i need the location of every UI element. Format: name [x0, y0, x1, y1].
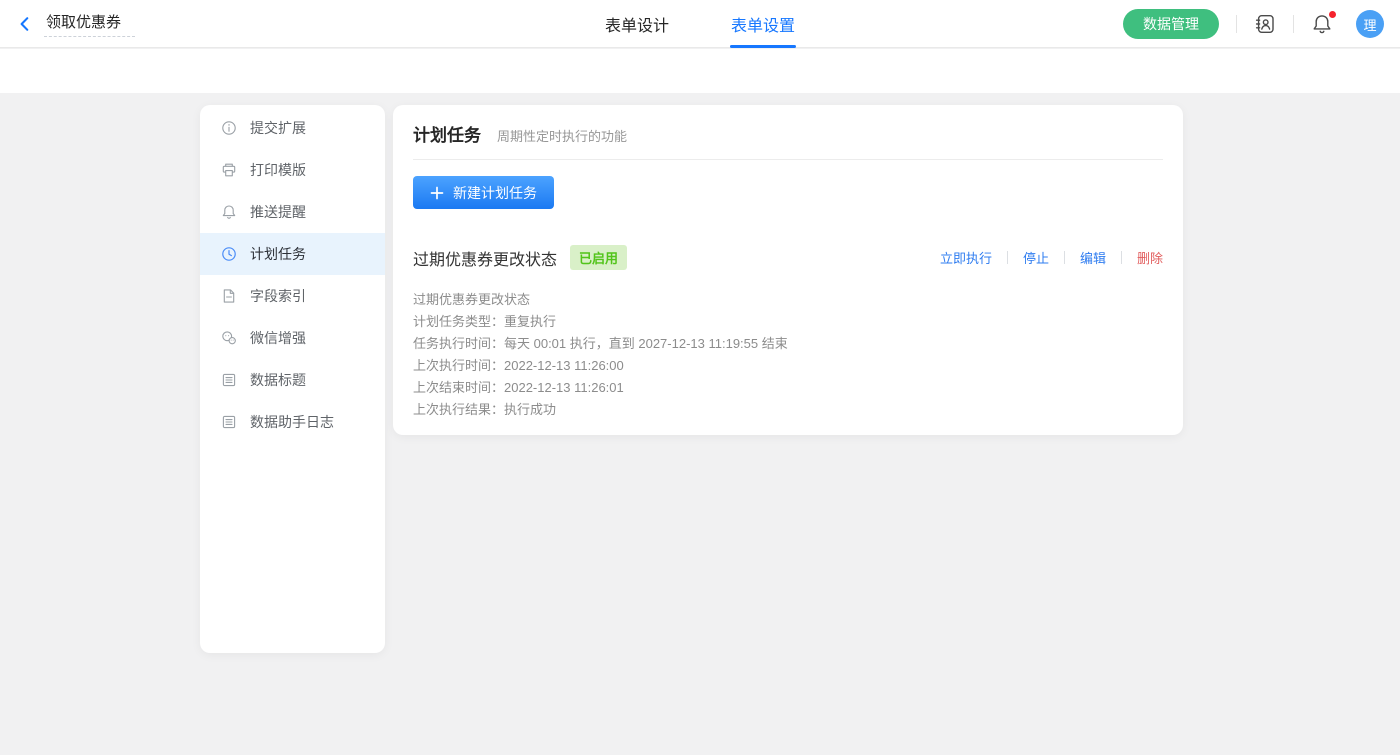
task-row: 过期优惠券更改状态 已启用 立即执行 停止 编辑 删除	[413, 245, 1163, 270]
sidebar-item-label: 数据助手日志	[250, 412, 334, 432]
topbar-right: 数据管理 理	[1123, 0, 1384, 48]
main-panel: 计划任务 周期性定时执行的功能 新建计划任务 过期优惠券更改状态 已启用 立即执	[393, 105, 1183, 435]
page-title: 计划任务	[413, 121, 481, 146]
delete-link[interactable]: 删除	[1137, 248, 1163, 267]
info-icon	[221, 120, 237, 136]
edit-link[interactable]: 编辑	[1080, 248, 1106, 267]
file-icon	[221, 288, 237, 304]
task-detail-last-result: 上次执行结果：执行成功	[413, 399, 1163, 421]
divider	[413, 159, 1163, 160]
sidebar-item-label: 推送提醒	[250, 202, 306, 222]
clock-icon	[221, 246, 237, 262]
run-now-link[interactable]: 立即执行	[940, 248, 992, 267]
status-badge: 已启用	[570, 245, 627, 270]
divider	[1293, 15, 1294, 33]
task-detail-schedule: 任务执行时间：每天 00:01 执行，直到 2027-12-13 11:19:5…	[413, 333, 1163, 355]
wechat-icon	[221, 330, 237, 346]
toolbar-band	[0, 49, 1400, 93]
task-item: 过期优惠券更改状态 已启用 立即执行 停止 编辑 删除 过期优惠券更改状态	[413, 245, 1163, 421]
sidebar-item-data-assistant-log[interactable]: 数据助手日志	[200, 401, 385, 443]
topbar-left: 领取优惠券	[16, 0, 135, 48]
task-detail-last-run: 上次执行时间：2022-12-13 11:26:00	[413, 355, 1163, 377]
page-subtitle: 周期性定时执行的功能	[497, 126, 627, 145]
tabs: 表单设计 表单设置	[605, 0, 795, 48]
sidebar-item-label: 微信增强	[250, 328, 306, 348]
sidebar-item-wechat-enhance[interactable]: 微信增强	[200, 317, 385, 359]
tab-form-settings[interactable]: 表单设置	[731, 0, 795, 48]
notifications-bell-icon[interactable]	[1311, 13, 1333, 35]
sidebar-item-label: 数据标题	[250, 370, 306, 390]
plus-icon	[430, 186, 444, 200]
task-detail-description: 过期优惠券更改状态	[413, 289, 1163, 311]
back-icon[interactable]	[16, 15, 34, 33]
sidebar-item-label: 提交扩展	[250, 118, 306, 138]
sidebar-item-field-index[interactable]: 字段索引	[200, 275, 385, 317]
sidebar-item-label: 计划任务	[250, 244, 306, 264]
sidebar-item-data-title[interactable]: 数据标题	[200, 359, 385, 401]
task-actions: 立即执行 停止 编辑 删除	[940, 248, 1163, 267]
sidebar-item-label: 字段索引	[250, 286, 306, 306]
data-manage-button[interactable]: 数据管理	[1123, 9, 1219, 39]
form-title[interactable]: 领取优惠券	[44, 11, 135, 37]
stop-link[interactable]: 停止	[1023, 248, 1049, 267]
avatar[interactable]: 理	[1356, 10, 1384, 38]
divider	[1236, 15, 1237, 33]
bell-icon	[221, 204, 237, 220]
divider	[1121, 251, 1122, 264]
task-name: 过期优惠券更改状态	[413, 246, 557, 270]
task-details: 过期优惠券更改状态 计划任务类型：重复执行 任务执行时间：每天 00:01 执行…	[413, 289, 1163, 421]
sidebar-item-push-reminder[interactable]: 推送提醒	[200, 191, 385, 233]
notification-dot	[1329, 11, 1336, 18]
contacts-icon[interactable]	[1254, 13, 1276, 35]
sidebar-item-scheduled-tasks[interactable]: 计划任务	[200, 233, 385, 275]
divider	[1064, 251, 1065, 264]
content-area: 提交扩展 打印模版 推送提醒	[0, 93, 1400, 755]
new-task-button[interactable]: 新建计划任务	[413, 176, 554, 209]
topbar: 领取优惠券 表单设计 表单设置 数据管理	[0, 0, 1400, 48]
task-detail-last-end: 上次结束时间：2022-12-13 11:26:01	[413, 377, 1163, 399]
page: 领取优惠券 表单设计 表单设置 数据管理	[0, 0, 1400, 755]
panel-header: 计划任务 周期性定时执行的功能	[413, 121, 1163, 146]
settings-sidebar: 提交扩展 打印模版 推送提醒	[200, 105, 385, 653]
tab-form-design[interactable]: 表单设计	[605, 0, 669, 48]
list-icon	[221, 414, 237, 430]
sidebar-item-submit-extension[interactable]: 提交扩展	[200, 107, 385, 149]
sidebar-item-label: 打印模版	[250, 160, 306, 180]
task-title-group: 过期优惠券更改状态 已启用	[413, 245, 627, 270]
new-task-button-label: 新建计划任务	[453, 183, 537, 203]
sidebar-item-print-template[interactable]: 打印模版	[200, 149, 385, 191]
divider	[1007, 251, 1008, 264]
list-icon	[221, 372, 237, 388]
task-detail-type: 计划任务类型：重复执行	[413, 311, 1163, 333]
printer-icon	[221, 162, 237, 178]
